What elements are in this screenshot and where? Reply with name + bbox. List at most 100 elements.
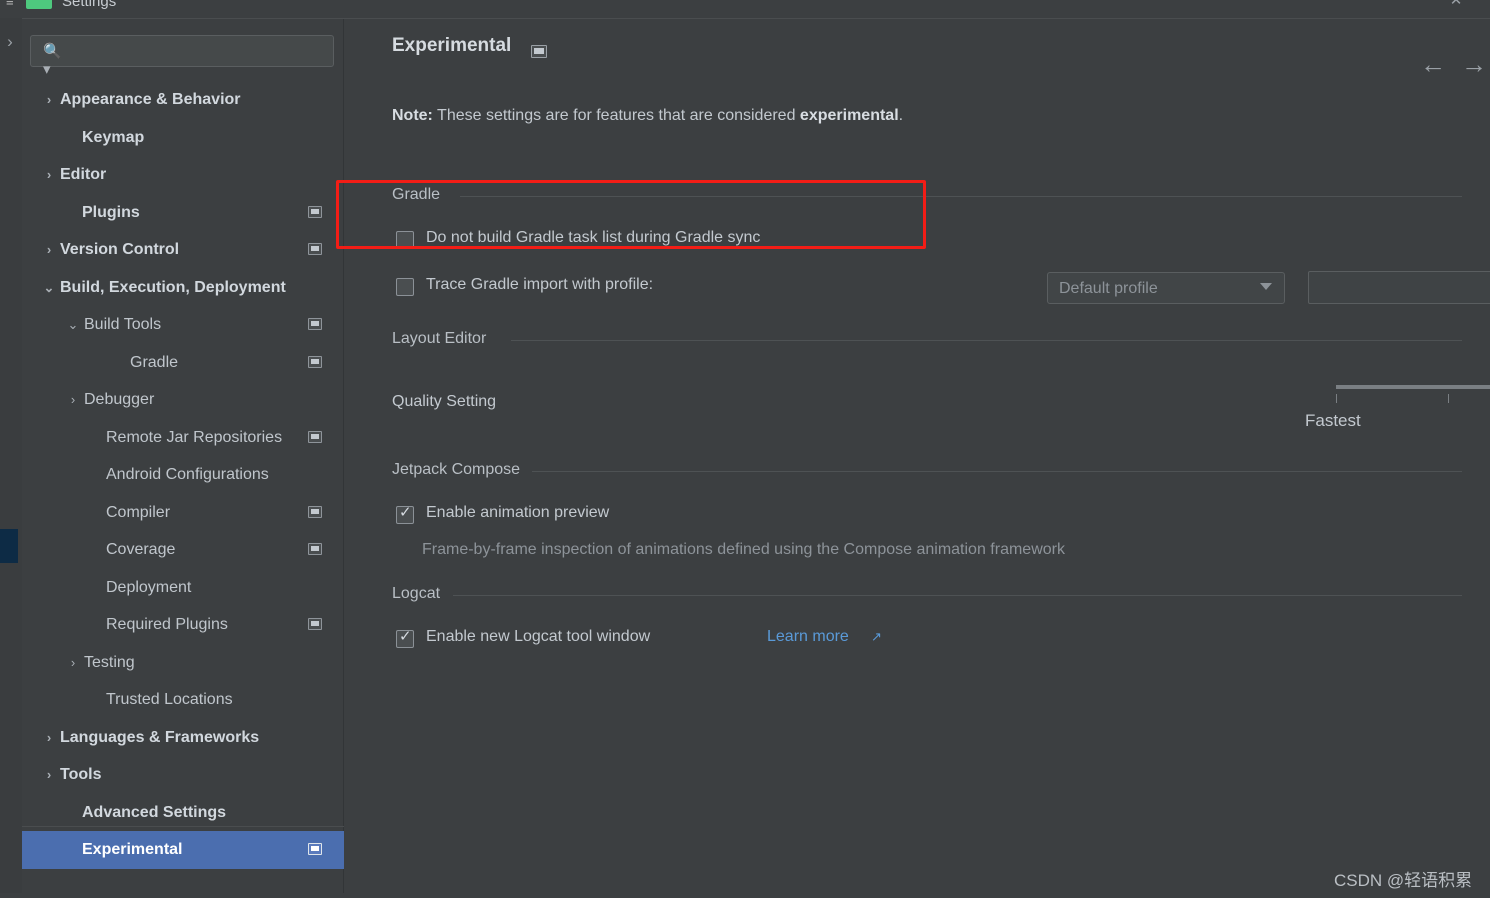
settings-dialog-screen: › ≡ Settings ✕ 🔍▾ › Appearance & Behavior… xyxy=(0,0,1490,898)
enable-animation-preview-checkbox[interactable] xyxy=(396,504,414,524)
experimental-note: Note: These settings are for features th… xyxy=(392,107,1392,131)
project-settings-icon xyxy=(308,243,322,255)
chevron-right-icon[interactable]: › xyxy=(40,81,58,119)
logcat-group-rule xyxy=(453,595,1462,596)
sidebar-item-label: Gradle xyxy=(130,353,179,371)
settings-sidebar: 🔍▾ › Appearance & Behavior Keymap › Editor Pl… xyxy=(22,19,344,898)
sidebar-item-label: Editor xyxy=(60,166,107,183)
quality-setting-label: Quality Setting xyxy=(392,393,497,410)
chevron-right-icon[interactable]: › xyxy=(64,644,82,682)
chevron-right-icon[interactable]: › xyxy=(40,156,58,194)
search-input[interactable] xyxy=(67,41,325,63)
do-not-build-gradle-task-list-checkbox[interactable] xyxy=(396,231,414,249)
bottom-strip xyxy=(0,893,1490,898)
sidebar-item-label: Debugger xyxy=(84,391,155,408)
quality-slider-track[interactable] xyxy=(1336,385,1490,389)
chevron-down-icon xyxy=(1260,283,1272,290)
window-titlebar: ≡ Settings ✕ xyxy=(0,0,1490,18)
sidebar-item-required-plugins[interactable]: Required Plugins xyxy=(22,606,344,644)
note-body: These settings are for features that are… xyxy=(432,107,800,124)
sidebar-item-testing[interactable]: › Testing xyxy=(22,644,344,682)
jetpack-compose-group-label: Jetpack Compose xyxy=(392,461,521,478)
sidebar-item-experimental[interactable]: Experimental xyxy=(22,831,344,869)
enable-animation-preview-label[interactable]: Enable animation preview xyxy=(426,504,609,524)
external-link-icon[interactable]: ↗ xyxy=(871,629,882,645)
sidebar-item-trusted-locations[interactable]: Trusted Locations xyxy=(22,681,344,719)
sidebar-item-gradle[interactable]: Gradle xyxy=(22,344,344,382)
window-title: Settings xyxy=(62,0,117,10)
jetpack-compose-group-rule xyxy=(532,471,1462,472)
sidebar-item-plugins[interactable]: Plugins xyxy=(22,194,344,232)
sidebar-item-build-execution-deployment[interactable]: ⌄ Build, Execution, Deployment xyxy=(22,269,344,307)
gradle-trace-path-field[interactable] xyxy=(1308,271,1490,304)
watermark: CSDN @轻语积累 xyxy=(1334,871,1473,890)
enable-new-logcat-tool-window-checkbox[interactable] xyxy=(396,628,414,648)
sidebar-item-label: Trusted Locations xyxy=(106,691,233,708)
chevron-right-icon[interactable]: › xyxy=(40,231,58,269)
sidebar-item-label: Remote Jar Repositories xyxy=(106,428,283,446)
forward-arrow-icon[interactable]: → xyxy=(1457,51,1490,77)
enable-new-logcat-tool-window-label[interactable]: Enable new Logcat tool window xyxy=(426,628,650,648)
sidebar-item-label: Build, Execution, Deployment xyxy=(60,278,286,296)
do-not-build-gradle-task-list-label[interactable]: Do not build Gradle task list during Gra… xyxy=(426,229,760,249)
project-settings-icon xyxy=(308,505,322,518)
page-title: Experimental xyxy=(392,35,512,56)
project-settings-icon xyxy=(308,843,322,855)
sidebar-item-coverage[interactable]: Coverage xyxy=(22,531,344,569)
trace-gradle-import-label[interactable]: Trace Gradle import with profile: xyxy=(426,276,653,296)
sidebar-item-debugger[interactable]: › Debugger xyxy=(22,381,344,419)
project-settings-icon xyxy=(308,618,322,630)
project-settings-icon xyxy=(308,543,322,555)
back-arrow-icon[interactable]: ← xyxy=(1416,51,1450,77)
sidebar-item-label: Tools xyxy=(60,766,102,783)
sidebar-item-android-configurations[interactable]: Android Configurations xyxy=(22,456,344,494)
sidebar-item-remote-jar-repositories[interactable]: Remote Jar Repositories xyxy=(22,419,344,457)
gradle-profile-dropdown[interactable]: Default profile xyxy=(1047,272,1285,304)
sidebar-item-label: Appearance & Behavior xyxy=(60,91,241,108)
sidebar-item-label: Required Plugins xyxy=(106,616,228,633)
logcat-group-label: Logcat xyxy=(392,585,441,602)
sidebar-item-appearance-behavior[interactable]: › Appearance & Behavior xyxy=(22,81,344,119)
chevron-right-icon[interactable]: › xyxy=(64,381,82,419)
slider-tick xyxy=(1336,394,1337,403)
sidebar-item-deployment[interactable]: Deployment xyxy=(22,569,344,607)
gradle-group-rule xyxy=(460,196,1462,197)
sidebar-item-editor[interactable]: › Editor xyxy=(22,156,344,194)
sidebar-item-label: Plugins xyxy=(82,203,140,221)
sidebar-item-label: Build Tools xyxy=(84,316,162,333)
chevron-right-icon[interactable]: › xyxy=(40,756,58,794)
note-prefix: Note: xyxy=(392,107,433,124)
chevron-down-icon[interactable]: ⌄ xyxy=(40,269,58,307)
project-settings-icon xyxy=(308,430,322,443)
trace-gradle-import-checkbox[interactable] xyxy=(396,278,414,296)
sidebar-item-label: Android Configurations xyxy=(106,466,269,483)
project-settings-icon xyxy=(308,205,322,218)
sidebar-item-build-tools[interactable]: ⌄ Build Tools xyxy=(22,306,344,344)
sidebar-item-label: Testing xyxy=(84,653,135,671)
project-settings-icon xyxy=(308,355,322,368)
sidebar-item-version-control[interactable]: › Version Control xyxy=(22,231,344,269)
sidebar-item-label: Coverage xyxy=(106,541,176,558)
sidebar-item-label: Languages & Frameworks xyxy=(60,728,260,746)
sidebar-item-label: Keymap xyxy=(82,128,145,146)
sidebar-item-keymap[interactable]: Keymap xyxy=(22,119,344,157)
sidebar-item-label: Deployment xyxy=(106,578,192,596)
settings-category-tree: › Appearance & Behavior Keymap › Editor Plugi… xyxy=(22,81,344,869)
layout-editor-group-rule xyxy=(511,340,1462,341)
sidebar-item-languages-frameworks[interactable]: › Languages & Frameworks xyxy=(22,719,344,757)
chevron-down-icon[interactable]: ⌄ xyxy=(64,306,82,344)
project-settings-icon xyxy=(531,45,547,58)
close-icon[interactable]: ✕ xyxy=(1446,0,1466,10)
sidebar-item-label: Version Control xyxy=(60,241,180,258)
quality-slider-ticks xyxy=(1336,394,1490,403)
learn-more-link[interactable]: Learn more xyxy=(767,628,849,650)
sidebar-item-compiler[interactable]: Compiler xyxy=(22,494,344,532)
sidebar-item-tools[interactable]: › Tools xyxy=(22,756,344,794)
chevron-right-icon[interactable]: › xyxy=(40,719,58,757)
sidebar-divider xyxy=(22,826,344,827)
sidebar-item-label: Experimental xyxy=(82,841,183,858)
expand-chevron-right-icon[interactable]: › xyxy=(0,20,20,64)
search-box[interactable]: 🔍▾ xyxy=(30,35,334,78)
settings-content-pane: Experimental ← → Note: These settings ar… xyxy=(345,19,1490,898)
sidebar-item-label: Compiler xyxy=(106,503,171,521)
